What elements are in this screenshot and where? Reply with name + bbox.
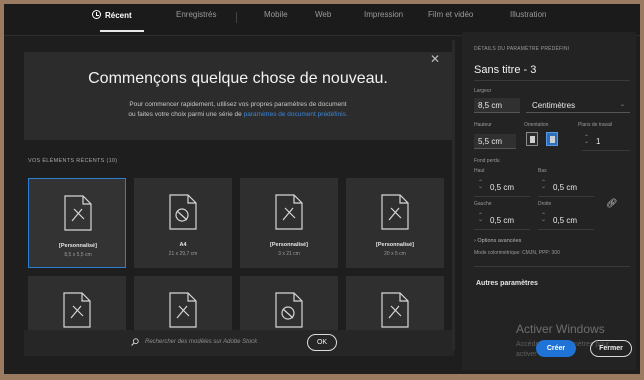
recent-item-size: 21 x 29,7 cm — [168, 251, 198, 257]
windows-activation-watermark: Activer Windows — [516, 322, 605, 336]
chevron-down-icon: ⌄ — [620, 102, 626, 108]
artboards-stepper-icon[interactable]: ⌃ ⌄ — [584, 135, 589, 145]
stepper-icon[interactable]: ⌃ ⌄ — [541, 180, 546, 190]
preset-link[interactable]: paramètres de document prédéfinis. — [244, 111, 348, 118]
search-ok-button[interactable]: OK — [307, 334, 337, 351]
tab-saved[interactable]: Enregistrés — [176, 10, 216, 19]
stock-search-input[interactable]: Rechercher des modèles sur Adobe Stock — [145, 339, 257, 345]
tab-film-video[interactable]: Film et vidéo — [428, 10, 473, 19]
close-button[interactable]: Fermer — [590, 340, 632, 357]
active-tab-indicator — [100, 30, 144, 32]
recent-item-size: 8,5 x 5,5 cm — [64, 252, 92, 258]
height-field[interactable]: 5,5 cm — [474, 134, 516, 149]
more-settings-button[interactable]: Autres paramètres — [476, 280, 538, 287]
chevron-right-icon: › — [474, 238, 476, 244]
field-underline — [474, 229, 530, 230]
stepper-icon[interactable]: ⌃ ⌄ — [478, 213, 483, 223]
width-field[interactable]: 8,5 cm — [474, 98, 520, 113]
tab-recent[interactable]: Récent — [92, 10, 132, 20]
document-icon — [169, 292, 197, 328]
recent-item-card[interactable]: [Personnalisé] 20 x 5 cm — [346, 178, 444, 268]
orientation-label: Orientation — [524, 122, 549, 128]
bleed-left-field[interactable]: 0,5 cm — [490, 216, 514, 225]
document-icon — [169, 194, 197, 230]
welcome-banner: Commençons quelque chose de nouveau. Pou… — [24, 52, 452, 140]
recent-item-card[interactable] — [134, 276, 232, 336]
bleed-bottom-field[interactable]: 0,5 cm — [553, 183, 577, 192]
divider — [474, 80, 630, 81]
recent-item-name: A4 — [179, 242, 187, 248]
document-icon — [64, 195, 92, 231]
bleed-top-field[interactable]: 0,5 cm — [490, 183, 514, 192]
bleed-label: Fond perdu — [474, 158, 500, 164]
recent-item-size: 3 x 21 cm — [278, 251, 300, 257]
document-icon — [275, 194, 303, 230]
bleed-right-field[interactable]: 0,5 cm — [553, 216, 577, 225]
recent-item-card[interactable] — [240, 276, 338, 336]
preset-details-header: DÉTAILS DU PARAMÈTRE PRÉDÉFINI — [474, 46, 570, 52]
units-select[interactable]: Centimètres — [526, 98, 630, 113]
field-underline — [538, 196, 594, 197]
document-icon — [381, 292, 409, 328]
recent-item-card[interactable]: [Personnalisé] 8,5 x 5,5 cm — [28, 178, 126, 268]
recent-item-card[interactable] — [28, 276, 126, 336]
welcome-title: Commençons quelque chose de nouveau. — [88, 70, 388, 87]
stepper-icon[interactable]: ⌃ ⌄ — [541, 213, 546, 223]
divider — [474, 266, 630, 267]
field-underline — [538, 229, 594, 230]
recent-item-name: [Personnalisé] — [59, 243, 97, 249]
document-icon — [275, 292, 303, 328]
document-name-input[interactable]: Sans titre - 3 — [474, 64, 536, 76]
width-label: Largeur — [474, 88, 492, 94]
tab-web[interactable]: Web — [315, 10, 331, 19]
field-underline — [474, 196, 530, 197]
recent-items-label: VOS ÉLÉMENTS RÉCENTS (10) — [28, 158, 118, 164]
artboards-field[interactable]: 1 — [596, 137, 600, 146]
advanced-options-toggle[interactable]: › Options avancées — [474, 238, 521, 244]
recent-item-name: [Personnalisé] — [376, 242, 414, 248]
scrollbar[interactable] — [452, 40, 455, 350]
document-icon — [381, 194, 409, 230]
link-bleed-icon[interactable]: 🔗︎ — [606, 198, 617, 209]
welcome-subtitle: Pour commencer rapidement, utilisez vos … — [128, 101, 348, 118]
clock-icon — [92, 10, 101, 19]
tab-separator — [236, 12, 237, 23]
recent-item-name: [Personnalisé] — [270, 242, 308, 248]
landscape-orientation-button[interactable] — [546, 132, 558, 146]
tab-print[interactable]: Impression — [364, 10, 403, 19]
recent-item-size: 20 x 5 cm — [384, 251, 406, 257]
color-mode-info: Mode colorimétrique: CMJN, PPP: 300 — [474, 250, 560, 256]
recent-item-card[interactable]: A4 21 x 29,7 cm — [134, 178, 232, 268]
tab-mobile[interactable]: Mobile — [264, 10, 288, 19]
bleed-bottom-label: Bas — [538, 168, 547, 174]
bleed-top-label: Haut — [474, 168, 485, 174]
recent-item-card[interactable]: [Personnalisé] 3 x 21 cm — [240, 178, 338, 268]
stepper-icon[interactable]: ⌃ ⌄ — [478, 180, 483, 190]
close-banner-icon[interactable]: ✕ — [430, 52, 440, 66]
bleed-left-label: Gauche — [474, 201, 492, 207]
artboards-underline — [582, 150, 630, 151]
bleed-right-label: Droite — [538, 201, 552, 207]
height-label: Hauteur — [474, 122, 492, 128]
search-icon — [131, 338, 139, 346]
recent-item-card[interactable] — [346, 276, 444, 336]
artboards-label: Plans de travail — [578, 122, 613, 128]
create-button[interactable]: Créer — [536, 340, 576, 357]
document-icon — [63, 292, 91, 328]
tab-illustration[interactable]: Illustration — [510, 10, 546, 19]
portrait-orientation-button[interactable] — [526, 132, 538, 146]
